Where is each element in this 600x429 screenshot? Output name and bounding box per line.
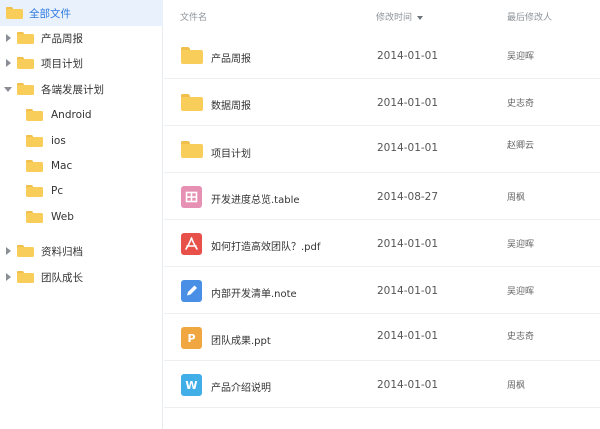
tree-item-label: ios <box>51 135 66 147</box>
tree-item-label: 团队成长 <box>41 271 83 284</box>
table-row[interactable]: 如何打造高效团队？.pdf 2014-01-01 吴迎晖 <box>164 220 600 267</box>
folder-icon <box>26 160 43 172</box>
caret-down-icon[interactable] <box>4 87 12 92</box>
sort-down-icon <box>417 15 424 20</box>
caret-right-icon[interactable] <box>6 247 11 255</box>
tree-item-product-weekly[interactable]: 产品周报 <box>0 25 163 51</box>
tree-item-label: 全部文件 <box>29 7 71 20</box>
table-row[interactable]: 产品周报 2014-01-01 吴迎晖 <box>164 32 600 79</box>
folder-icon <box>181 94 203 111</box>
tree-item-ios[interactable]: ios <box>0 128 163 154</box>
modified-by: 赵卿云 <box>507 141 535 151</box>
sidebar-folder-tree: 全部文件 产品周报 项目计划 各端发展计划 Android ios Mac Pc <box>0 0 163 429</box>
file-name[interactable]: 如何打造高效团队？.pdf <box>211 238 320 253</box>
table-row[interactable]: 数据周报 2014-01-01 史志奇 <box>164 79 600 126</box>
column-header-name[interactable]: 文件名 <box>180 10 207 23</box>
folder-icon <box>17 83 34 95</box>
modified-time: 2014-01-01 <box>377 97 439 109</box>
column-header-user[interactable]: 最后修改人 <box>507 10 552 23</box>
tree-item-label: 产品周报 <box>41 32 83 45</box>
tree-item-label: Web <box>51 211 74 223</box>
folder-icon <box>17 245 34 257</box>
modified-time: 2014-01-01 <box>377 238 439 250</box>
tree-item-android[interactable]: Android <box>0 102 163 128</box>
folder-icon <box>17 57 34 69</box>
note-file-icon <box>181 280 202 302</box>
table-row[interactable]: W 产品介绍说明 2014-01-01 周枫 <box>164 361 600 408</box>
caret-right-icon[interactable] <box>6 59 11 67</box>
table-row[interactable]: 项目计划 2014-01-01 赵卿云 <box>164 126 600 173</box>
modified-by: 周枫 <box>507 381 526 391</box>
modified-time: 2014-01-01 <box>377 285 439 297</box>
folder-icon <box>26 211 43 223</box>
modified-time: 2014-01-01 <box>377 379 439 391</box>
tree-item-label: Android <box>51 109 92 121</box>
pdf-file-icon <box>181 233 202 255</box>
tree-item-archive[interactable]: 资料归档 <box>0 238 163 264</box>
modified-time: 2014-01-01 <box>377 142 439 154</box>
folder-icon <box>181 47 203 64</box>
word-file-icon: W <box>181 374 202 396</box>
modified-by: 周枫 <box>507 193 526 203</box>
file-name[interactable]: 团队成果.ppt <box>211 332 271 347</box>
modified-by: 吴迎晖 <box>507 240 535 250</box>
modified-by: 吴迎晖 <box>507 287 535 297</box>
folder-icon <box>26 135 43 147</box>
table-file-icon <box>181 186 202 208</box>
folder-icon <box>26 185 43 197</box>
tree-item-label: 资料归档 <box>41 245 83 258</box>
file-name[interactable]: 内部开发清单.note <box>211 285 297 300</box>
tree-item-project-plan[interactable]: 项目计划 <box>0 50 163 76</box>
folder-icon <box>26 109 43 121</box>
ppt-file-icon: P <box>181 327 202 349</box>
file-name[interactable]: 开发进度总览.table <box>211 191 300 206</box>
tree-item-mac[interactable]: Mac <box>0 153 163 179</box>
caret-right-icon[interactable] <box>6 273 11 281</box>
tree-item-platform-plan[interactable]: 各端发展计划 <box>0 76 163 102</box>
tree-item-pc[interactable]: Pc <box>0 178 163 204</box>
tree-item-web[interactable]: Web <box>0 204 163 230</box>
column-header-time[interactable]: 修改时间 <box>376 10 424 23</box>
modified-by: 史志奇 <box>507 332 535 342</box>
folder-icon <box>17 32 34 44</box>
modified-time: 2014-08-27 <box>377 191 439 203</box>
table-row[interactable]: 内部开发清单.note 2014-01-01 吴迎晖 <box>164 267 600 314</box>
tree-item-all-files[interactable]: 全部文件 <box>0 0 163 26</box>
tree-item-label: Pc <box>51 185 64 197</box>
folder-icon <box>17 271 34 283</box>
modified-by: 吴迎晖 <box>507 52 535 62</box>
file-name[interactable]: 产品介绍说明 <box>211 379 271 394</box>
modified-time: 2014-01-01 <box>377 330 439 342</box>
file-name[interactable]: 项目计划 <box>211 145 251 160</box>
folder-icon <box>181 141 203 158</box>
tree-item-label: 项目计划 <box>41 57 83 70</box>
file-list-panel: 文件名 修改时间 最后修改人 产品周报 2014-01-01 吴迎晖 数据周报 … <box>164 0 600 429</box>
modified-by: 史志奇 <box>507 99 535 109</box>
tree-item-label: Mac <box>51 160 73 172</box>
caret-right-icon[interactable] <box>6 34 11 42</box>
folder-icon <box>6 7 23 19</box>
tree-item-label: 各端发展计划 <box>41 83 104 96</box>
file-name[interactable]: 产品周报 <box>211 50 251 65</box>
table-row[interactable]: P 团队成果.ppt 2014-01-01 史志奇 <box>164 314 600 361</box>
table-row[interactable]: 开发进度总览.table 2014-08-27 周枫 <box>164 173 600 220</box>
file-name[interactable]: 数据周报 <box>211 97 251 112</box>
modified-time: 2014-01-01 <box>377 50 439 62</box>
column-header-time-label: 修改时间 <box>376 13 413 23</box>
tree-item-team-growth[interactable]: 团队成长 <box>0 264 163 290</box>
